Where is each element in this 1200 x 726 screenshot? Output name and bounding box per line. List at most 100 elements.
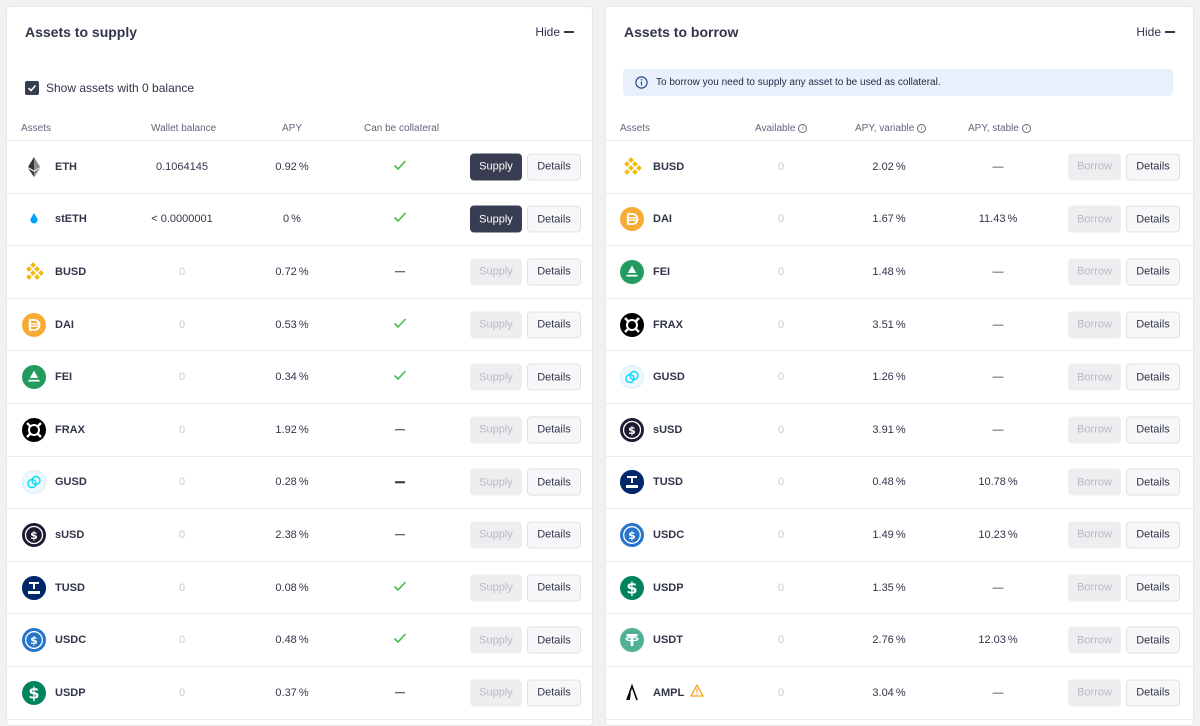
svg-text:$: $ — [626, 578, 637, 597]
supply-button[interactable]: Supply — [470, 626, 522, 654]
dash-icon — [395, 429, 405, 431]
details-button[interactable]: Details — [527, 205, 581, 233]
borrow-button[interactable]: Borrow — [1068, 311, 1121, 339]
details-button[interactable]: Details — [1126, 626, 1180, 654]
apy-number: 2.76 — [872, 634, 894, 647]
apy-stable-value: 10.23% — [958, 529, 1038, 541]
details-button[interactable]: Details — [1126, 574, 1180, 602]
asset-name: USDC — [653, 528, 685, 541]
busd-icon — [620, 155, 644, 179]
supply-hide-button[interactable]: Hide — [535, 25, 574, 39]
supply-button[interactable]: Supply — [470, 416, 522, 444]
borrow-button[interactable]: Borrow — [1068, 521, 1121, 549]
details-button[interactable]: Details — [527, 258, 581, 286]
apy-stable-value: 12.03% — [958, 634, 1038, 646]
percent-sign: % — [298, 265, 309, 278]
apy-variable-value: 0.48% — [849, 476, 929, 488]
details-button[interactable]: Details — [527, 679, 581, 707]
percent-sign: % — [895, 686, 906, 699]
available-value: 0 — [777, 581, 785, 594]
supply-button[interactable]: Supply — [470, 574, 522, 602]
borrow-button[interactable]: Borrow — [1068, 205, 1121, 233]
supply-button[interactable]: Supply — [470, 258, 522, 286]
details-button[interactable]: Details — [1126, 468, 1180, 496]
details-button[interactable]: Details — [527, 521, 581, 549]
wallet-balance: 0 — [178, 318, 186, 331]
details-button[interactable]: Details — [1126, 416, 1180, 444]
details-button[interactable]: Details — [527, 626, 581, 654]
supply-button[interactable]: Supply — [470, 679, 522, 707]
borrow-button[interactable]: Borrow — [1068, 153, 1121, 181]
borrow-button[interactable]: Borrow — [1068, 626, 1121, 654]
apy-number: — — [992, 371, 1004, 384]
svg-text:$: $ — [30, 634, 38, 647]
info-icon[interactable]: i — [917, 124, 927, 133]
details-button[interactable]: Details — [527, 468, 581, 496]
details-button[interactable]: Details — [527, 363, 581, 391]
borrow-button[interactable]: Borrow — [1068, 363, 1121, 391]
supply-button[interactable]: Supply — [470, 153, 522, 181]
details-button[interactable]: Details — [527, 311, 581, 339]
available-value: 0 — [777, 318, 785, 331]
percent-sign: % — [895, 528, 906, 541]
borrow-button[interactable]: Borrow — [1068, 574, 1121, 602]
details-button[interactable]: Details — [1126, 258, 1180, 286]
details-button[interactable]: Details — [527, 153, 581, 181]
percent-sign: % — [298, 423, 309, 436]
checkbox-label: Show assets with 0 balance — [46, 81, 195, 95]
available-value: 0 — [777, 371, 785, 384]
apy-value: 0.28% — [252, 476, 332, 488]
apy-number: 11.43 — [978, 213, 1006, 226]
supply-button[interactable]: Supply — [470, 205, 522, 233]
available-value: 0 — [777, 476, 785, 489]
asset-name: USDP — [653, 581, 684, 594]
apy-value: 2.38% — [252, 529, 332, 541]
apy-stable-value: 10.78% — [958, 476, 1038, 488]
asset-name: GUSD — [55, 476, 87, 489]
apy-variable-value: 3.91% — [849, 424, 929, 436]
hide-label: Hide — [1136, 25, 1161, 39]
borrow-button[interactable]: Borrow — [1068, 416, 1121, 444]
supply-button[interactable]: Supply — [470, 311, 522, 339]
usdp-icon: $ — [620, 575, 644, 600]
borrow-panel: Assets to borrow Hide To borrow you need… — [605, 6, 1194, 726]
checkbox-checked-icon[interactable] — [25, 81, 39, 95]
svg-text:$: $ — [628, 424, 636, 437]
details-button[interactable]: Details — [1126, 679, 1180, 707]
borrow-button[interactable]: Borrow — [1068, 258, 1121, 286]
apy-number: 10.78 — [978, 476, 1006, 489]
apy-number: 1.48 — [872, 265, 894, 278]
percent-sign: % — [298, 686, 309, 699]
details-button[interactable]: Details — [1126, 153, 1180, 181]
apy-number: 2.02 — [872, 160, 894, 173]
borrow-hide-button[interactable]: Hide — [1136, 25, 1175, 39]
details-button[interactable]: Details — [527, 574, 581, 602]
warning-icon[interactable] — [690, 684, 704, 702]
apy-number: 0 — [283, 213, 290, 226]
supply-button[interactable]: Supply — [470, 363, 522, 391]
info-text: To borrow you need to supply any asset t… — [656, 77, 941, 88]
details-button[interactable]: Details — [527, 416, 581, 444]
supply-button[interactable]: Supply — [470, 521, 522, 549]
percent-sign: % — [1007, 213, 1018, 226]
info-icon[interactable]: i — [1021, 124, 1031, 133]
apy-number: 1.26 — [872, 371, 894, 384]
supply-header: Assets to supply Hide — [7, 7, 592, 57]
apy-stable-value: — — [958, 582, 1038, 594]
minus-icon — [564, 31, 574, 33]
supply-button[interactable]: Supply — [470, 468, 522, 496]
details-button[interactable]: Details — [1126, 311, 1180, 339]
percent-sign: % — [1007, 476, 1018, 489]
details-button[interactable]: Details — [1126, 205, 1180, 233]
details-button[interactable]: Details — [1126, 521, 1180, 549]
show-zero-balance-toggle[interactable]: Show assets with 0 balance — [25, 81, 194, 95]
busd-icon — [22, 260, 46, 284]
apy-number: 0.72 — [275, 265, 297, 278]
borrow-button[interactable]: Borrow — [1068, 679, 1121, 707]
asset-name: USDT — [653, 634, 683, 647]
apy-number: 1.49 — [872, 528, 894, 541]
details-button[interactable]: Details — [1126, 363, 1180, 391]
borrow-button[interactable]: Borrow — [1068, 468, 1121, 496]
apy-number: 0.08 — [275, 581, 297, 594]
info-icon[interactable]: i — [798, 124, 808, 133]
